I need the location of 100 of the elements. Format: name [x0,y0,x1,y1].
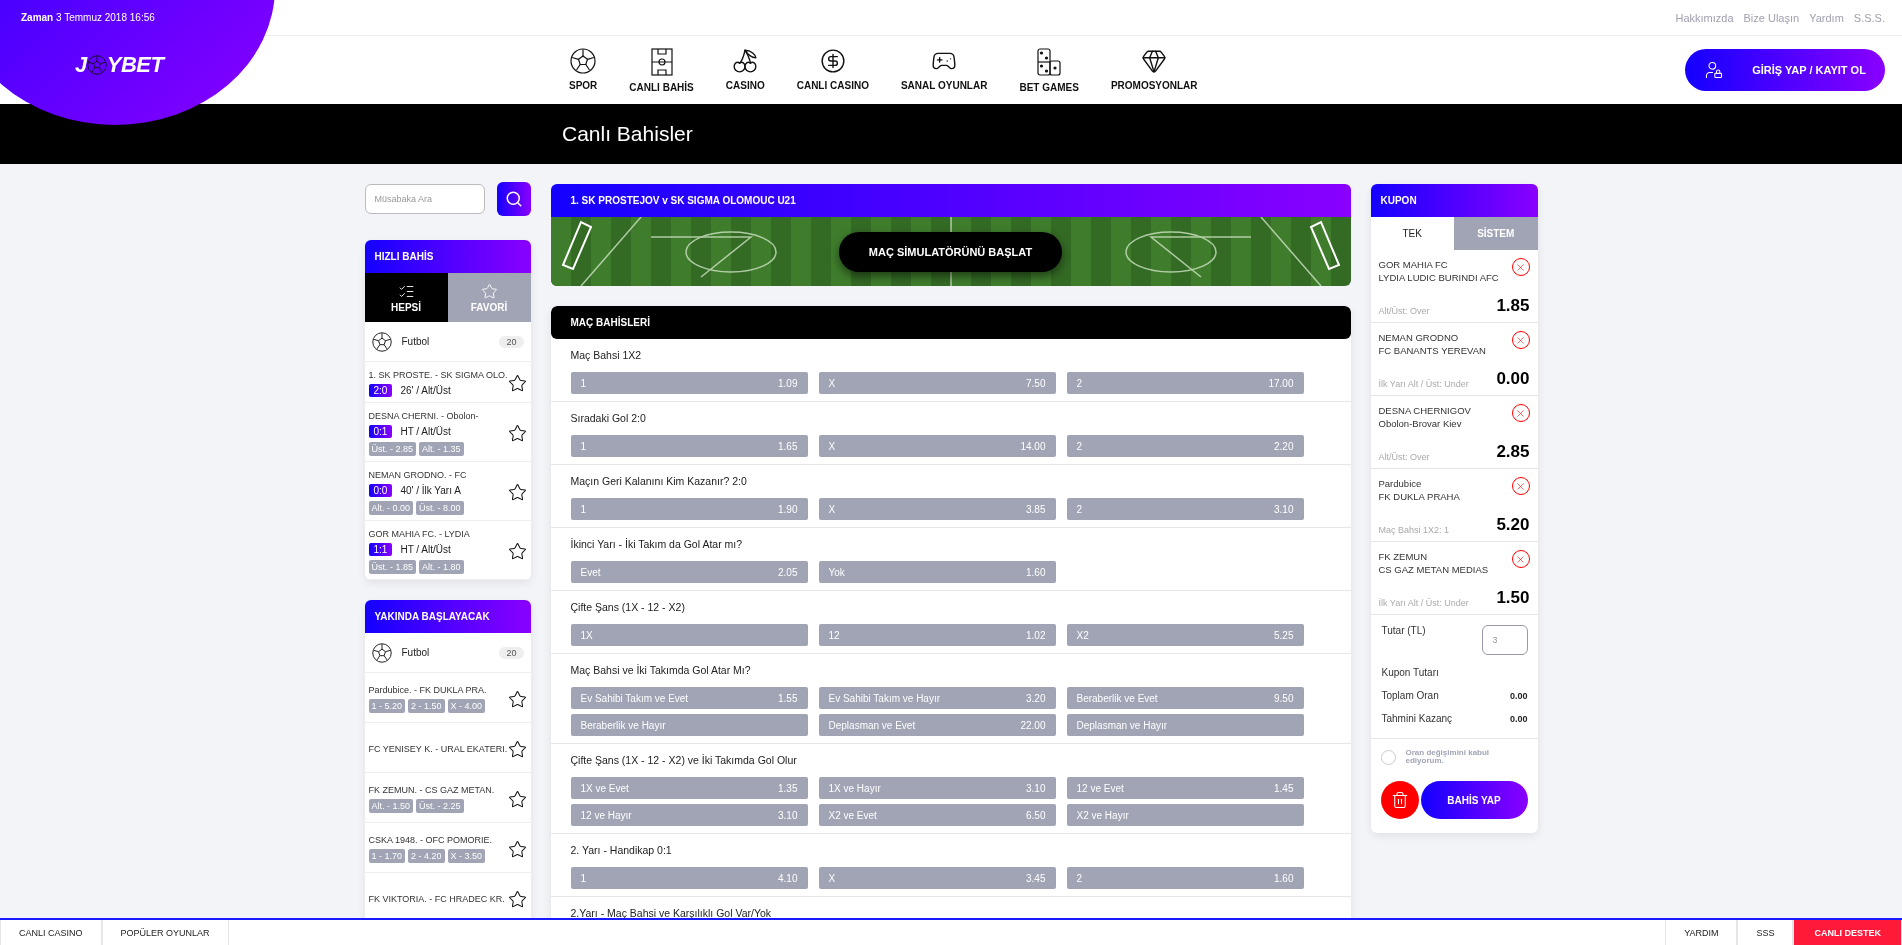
odds-chip[interactable]: Üst. - 2.25 [416,799,464,813]
star-icon [507,789,527,809]
remove-button[interactable] [1511,550,1530,568]
nav-item[interactable]: BET GAMES [1005,47,1093,93]
footer-link[interactable]: POPÜLER OYUNLAR [101,920,229,945]
odds-button[interactable]: 1 1.09 [570,372,808,394]
match-teams[interactable]: CSKA 1948. - OFC POMORIE. [368,835,506,845]
odds-chip[interactable]: X - 4.00 [447,699,486,713]
coupon-tab[interactable]: SİSTEM [1454,217,1538,250]
odds-chip[interactable]: Alt. - 1.50 [368,799,414,813]
favorite-button[interactable] [507,483,527,502]
favorite-button[interactable] [507,689,527,709]
favorite-button[interactable] [507,374,527,393]
top-link[interactable]: Hakkımızda [1675,11,1734,24]
favorite-button[interactable] [507,542,527,561]
odds-button[interactable]: 1 4.10 [570,867,808,889]
match-teams[interactable]: FK VIKTORIA. - FC HRADEC KR. [368,894,506,904]
odds-button[interactable]: Deplasman ve Evet 22.00 [818,714,1056,736]
odds-button[interactable]: X 3.45 [818,867,1056,889]
domino-icon [1037,47,1062,76]
accept-checkbox[interactable] [1380,749,1396,765]
odds-button[interactable]: 1X ve Evet 1.35 [570,777,808,799]
odds-button[interactable]: Ev Sahibi Takım ve Hayır 3.20 [818,687,1056,709]
odds-button[interactable]: 1X [570,624,808,646]
nav-item[interactable]: CANLI CASINO [782,47,883,93]
favorite-button[interactable] [507,789,527,809]
odds-button[interactable]: X2 ve Hayır [1066,804,1304,826]
filter-tab[interactable]: FAVORİ [447,273,531,322]
nav-item[interactable]: SANAL OYUNLAR [886,47,1002,93]
odds-chip[interactable]: 2 - 4.20 [408,849,445,863]
simulator-button[interactable]: MAÇ SİMULATÖRÜNÜ BAŞLAT [838,231,1063,272]
nav-item[interactable]: PROMOSYONLAR [1096,47,1212,93]
odds-button[interactable]: 12 ve Evet 1.45 [1066,777,1304,799]
odds-button[interactable]: 2 2.20 [1066,435,1304,457]
top-link[interactable]: S.S.S. [1853,11,1885,24]
odds-button[interactable]: Evet 2.05 [570,561,808,583]
footer-link[interactable]: YARDIM [1665,920,1738,945]
odds-button[interactable]: 2 1.60 [1066,867,1304,889]
match-teams[interactable]: FC YENISEY K. - URAL EKATERI. [368,744,506,754]
cherry-icon [732,47,759,74]
nav-item[interactable]: CASINO [711,47,779,93]
remove-button[interactable] [1511,258,1530,276]
coupon-odd: 5.20 [1496,515,1530,535]
favorite-button[interactable] [507,739,527,759]
login-button[interactable]: GİRİŞ YAP / KAYIT OL [1685,49,1885,91]
match-teams[interactable]: 1. SK PROSTE. - SK SIGMA OLO. [368,370,506,380]
odds-chip[interactable]: 2 - 1.50 [408,699,445,713]
odds-button[interactable]: Deplasman ve Hayır [1066,714,1304,736]
market-title: Sıradaki Gol 2:0 [570,412,647,424]
odds-chip[interactable]: Alt. - 0.00 [368,501,414,515]
remove-button[interactable] [1511,331,1530,349]
match-teams[interactable]: DESNA CHERNI. - Obolon- [368,411,506,421]
odds-chip[interactable]: 1 - 1.70 [368,849,406,863]
footer-link[interactable]: SSS [1737,920,1794,945]
stake-field[interactable]: 3 [1481,625,1528,655]
odds-button[interactable]: 1X ve Hayır 3.10 [818,777,1056,799]
odds-button[interactable]: Yok 1.60 [818,561,1056,583]
odds-button[interactable]: 2 17.00 [1066,372,1304,394]
match-teams[interactable]: GOR MAHIA FC. - LYDIA [368,529,506,539]
odds-button[interactable]: X 3.85 [818,498,1056,520]
top-link[interactable]: Yardım [1809,11,1844,24]
search-button[interactable] [496,182,531,216]
odds-button[interactable]: X 14.00 [818,435,1056,457]
favorite-button[interactable] [507,889,527,909]
odds-chip[interactable]: Alt. - 1.35 [419,442,464,456]
odds-button[interactable]: Beraberlik ve Evet 9.50 [1066,687,1304,709]
odds-chip[interactable]: 1 - 5.20 [368,699,406,713]
coupon-market: Alt/Üst: Over [1378,452,1430,462]
match-teams[interactable]: NEMAN GRODNO. - FC [368,470,506,480]
odds-button[interactable]: 2 3.10 [1066,498,1304,520]
remove-button[interactable] [1511,404,1530,422]
odds-button[interactable]: 1 1.90 [570,498,808,520]
odds-button[interactable]: Beraberlik ve Hayır [570,714,808,736]
odds-button[interactable]: 1 1.65 [570,435,808,457]
logo[interactable]: J YBET [75,52,164,78]
place-bet-button[interactable]: BAHİS YAP [1420,781,1528,819]
odds-chip[interactable]: X - 3.50 [447,849,486,863]
live-support-button[interactable]: CANLI DESTEK [1793,920,1902,945]
footer-link[interactable]: CANLI CASINO [0,920,102,945]
odds-button[interactable]: X2 5.25 [1066,624,1304,646]
nav-item[interactable]: CANLI BAHİS [615,47,708,93]
nav-item[interactable]: SPOR [555,47,612,93]
odds-button[interactable]: X 7.50 [818,372,1056,394]
favorite-button[interactable] [507,839,527,859]
favorite-button[interactable] [507,424,527,443]
odds-chip[interactable]: Üst. - 2.85 [368,442,416,456]
top-link[interactable]: Bize Ulaşın [1743,11,1800,24]
odds-chip[interactable]: Üst. - 1.85 [368,560,416,574]
remove-button[interactable] [1511,477,1530,495]
odds-button[interactable]: X2 ve Evet 6.50 [818,804,1056,826]
odds-chip[interactable]: Üst. - 8.00 [416,501,464,515]
odds-chip[interactable]: Alt. - 1.80 [419,560,464,574]
match-teams[interactable]: FK ZEMUN. - CS GAZ METAN. [368,785,506,795]
odds-button[interactable]: 12 ve Hayır 3.10 [570,804,808,826]
odds-button[interactable]: Ev Sahibi Takım ve Evet 1.55 [570,687,808,709]
search-field[interactable]: Müsabaka Ara [364,184,485,214]
odds-button[interactable]: 12 1.02 [818,624,1056,646]
delete-button[interactable] [1380,781,1419,819]
match-teams[interactable]: Pardubice. - FK DUKLA PRA. [368,685,506,695]
filter-tab[interactable]: HEPSİ [364,273,448,322]
